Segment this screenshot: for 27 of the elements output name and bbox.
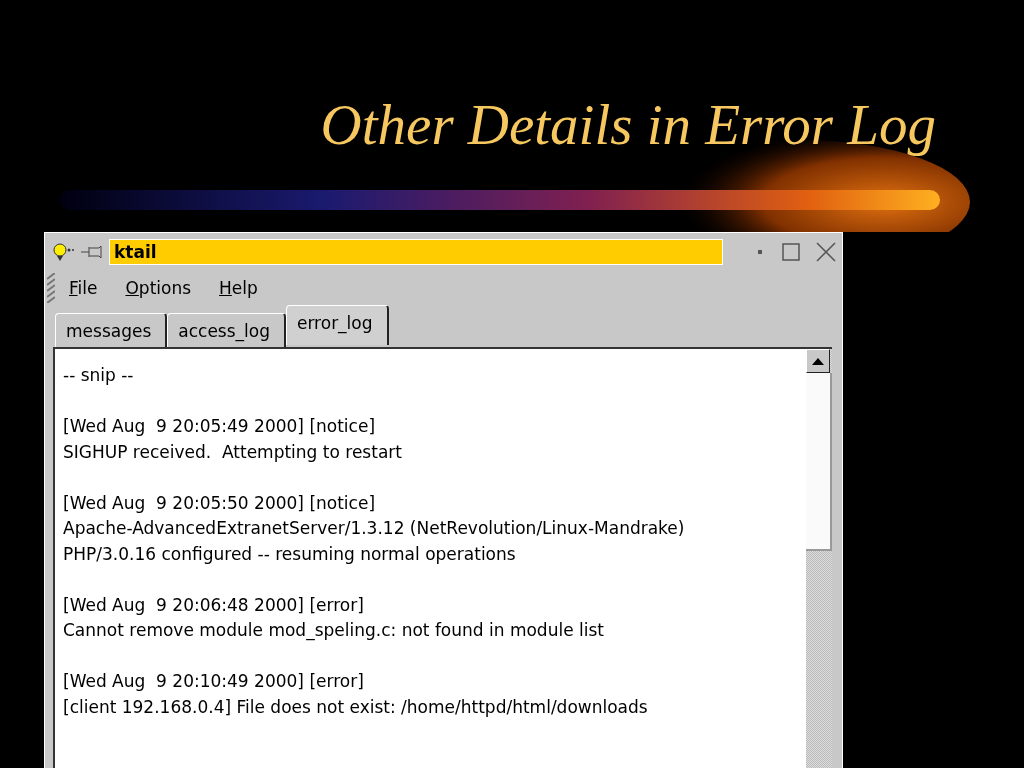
log-line: Cannot remove module mod_speling.c: not found in module list [63, 619, 605, 643]
log-line: [Wed Aug 9 20:06:48 2000] [error] [63, 593, 365, 617]
log-line: Apache-AdvancedExtranetServer/1.3.12 (NetRevolution/Linux-Mandrake) [63, 517, 686, 540]
window-title: ktail [109, 239, 723, 265]
tab[interactable]: messages [55, 313, 168, 347]
tab[interactable]: error_log [285, 305, 389, 345]
grip-icon[interactable] [47, 273, 55, 303]
log-line: [Wed Aug 9 20:05:49 2000] [notice] [63, 415, 376, 438]
menu-item[interactable]: File [55, 276, 112, 300]
scroll-up-button[interactable] [806, 349, 830, 373]
log-line: [client 192.168.0.4] File does not exist: /home/httpd/html/downloads [63, 695, 649, 719]
menu-item[interactable]: Help [205, 276, 272, 300]
log-line: SIGHUP received. Attempting to restart [63, 440, 403, 464]
maximize-icon[interactable] [782, 243, 800, 261]
log-line: [Wed Aug 9 20:10:49 2000] [error] [63, 670, 365, 693]
scroll-thumb[interactable] [806, 373, 832, 551]
log-line: [Wed Aug 9 20:05:50 2000] [notice] [63, 491, 376, 515]
scrollbar[interactable] [806, 349, 832, 768]
tab[interactable]: access_log [167, 313, 286, 347]
bulb-icon [51, 242, 75, 262]
slide-title: Other Details in Error Log [320, 92, 936, 158]
menu-item[interactable]: Options [111, 276, 206, 300]
log-line: PHP/3.0.16 configured -- resuming normal operations [63, 542, 517, 566]
log-line: -- snip -- [63, 364, 135, 387]
up-arrow-icon [812, 357, 824, 365]
pin-icon[interactable] [81, 245, 103, 259]
close-icon[interactable] [816, 242, 836, 262]
